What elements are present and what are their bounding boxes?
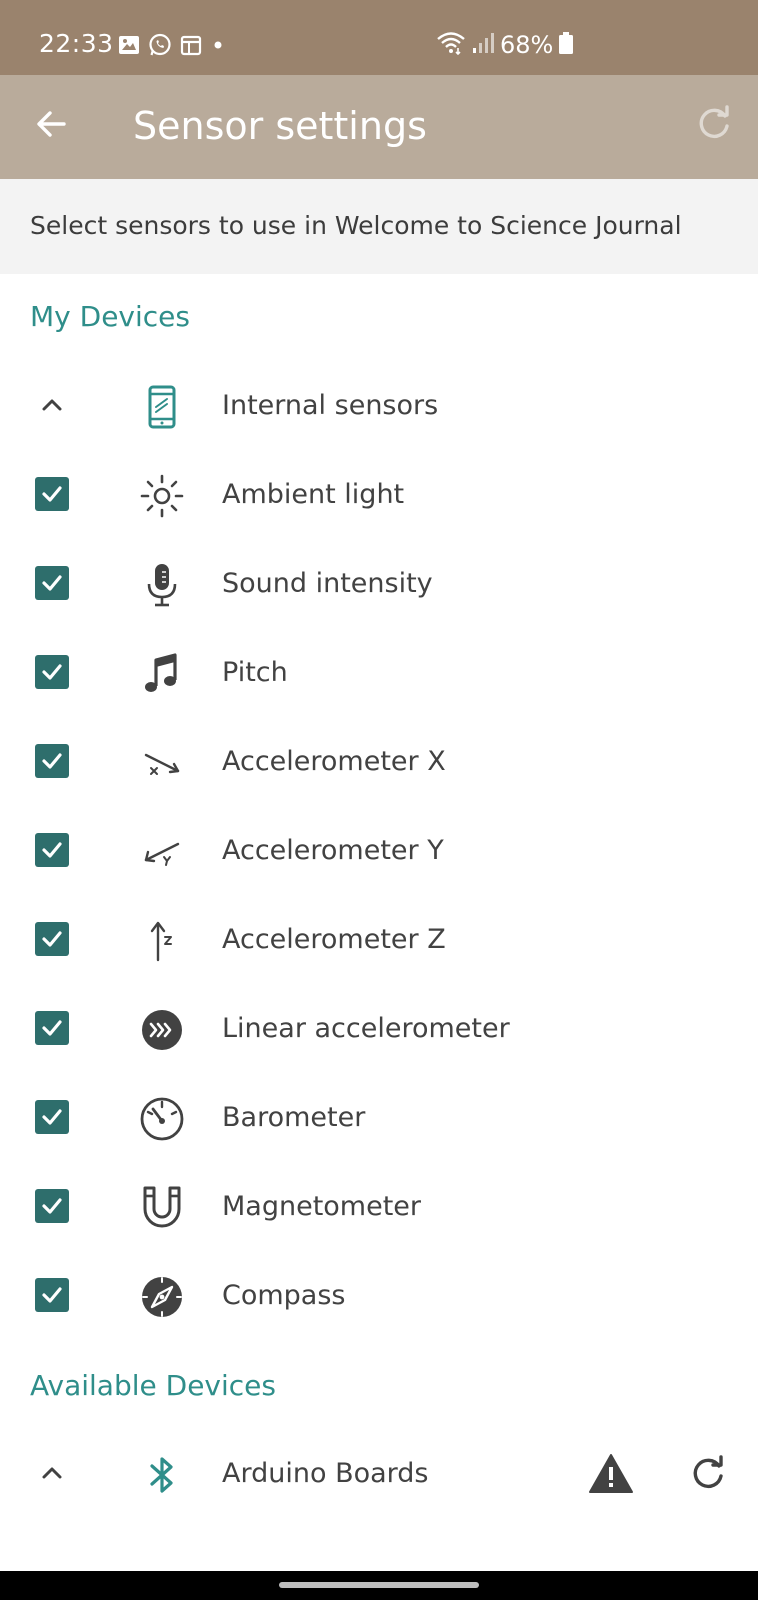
sensor-checkbox[interactable] <box>35 1278 69 1312</box>
sensor-label: Accelerometer X <box>222 746 446 777</box>
chevron-up-icon <box>42 399 62 411</box>
warning-button[interactable] <box>588 1451 634 1497</box>
check-icon <box>42 842 62 858</box>
collapse-button[interactable] <box>32 385 72 425</box>
sensor-checkbox[interactable] <box>35 477 69 511</box>
arrow-back-icon <box>37 111 66 137</box>
check-icon <box>42 753 62 769</box>
sensor-checkbox[interactable] <box>35 1011 69 1045</box>
sensor-checkbox[interactable] <box>35 833 69 867</box>
sensor-row-linear-accelerometer[interactable]: Linear accelerometer <box>0 986 758 1075</box>
dot-icon <box>210 37 226 57</box>
refresh-icon <box>693 1455 723 1489</box>
collapse-button[interactable] <box>32 1453 72 1493</box>
accel-x-icon <box>138 739 186 787</box>
sensor-row-accelerometer-y[interactable]: Accelerometer Y <box>0 808 758 897</box>
status-bar: 22:33 68% <box>0 0 758 75</box>
check-icon <box>42 1198 62 1214</box>
status-time: 22:33 <box>39 29 114 58</box>
sensor-label: Pitch <box>222 657 288 688</box>
magnet-icon <box>138 1184 186 1232</box>
page-title: Sensor settings <box>133 104 427 148</box>
sensor-row-compass[interactable]: Compass <box>0 1253 758 1342</box>
sensor-row-sound-intensity[interactable]: Sound intensity <box>0 541 758 630</box>
check-icon <box>42 575 62 591</box>
check-icon <box>42 1287 62 1303</box>
subtitle-bar: Select sensors to use in Welcome to Scie… <box>0 179 758 274</box>
battery-icon <box>559 32 574 58</box>
home-gesture-handle[interactable] <box>279 1582 479 1588</box>
refresh-button[interactable] <box>692 102 736 146</box>
whatsapp-icon <box>148 33 172 61</box>
sensor-label: Sound intensity <box>222 568 433 599</box>
sensor-checkbox[interactable] <box>35 1189 69 1223</box>
section-header-available-devices: Available Devices <box>30 1369 276 1402</box>
sensor-checkbox[interactable] <box>35 1100 69 1134</box>
microphone-icon <box>138 561 186 609</box>
check-icon <box>42 486 62 502</box>
sensor-label: Accelerometer Y <box>222 835 444 866</box>
sensor-label: Barometer <box>222 1102 366 1133</box>
sun-icon <box>138 472 186 520</box>
phone-icon <box>138 383 186 431</box>
system-nav-bar <box>0 1571 758 1600</box>
group-label: Internal sensors <box>222 390 439 421</box>
system-status: 68% <box>436 31 574 59</box>
sensor-row-ambient-light[interactable]: Ambient light <box>0 452 758 541</box>
bluetooth-icon <box>138 1451 186 1499</box>
chevron-up-icon <box>42 1467 62 1479</box>
accel-y-icon <box>138 828 186 876</box>
notification-icons <box>118 33 226 61</box>
sensor-label: Magnetometer <box>222 1191 422 1222</box>
group-label: Arduino Boards <box>222 1458 429 1489</box>
back-button[interactable] <box>30 102 74 146</box>
sensor-checkbox[interactable] <box>35 566 69 600</box>
sensor-row-pitch[interactable]: Pitch <box>0 630 758 719</box>
app-bar: Sensor settings <box>0 75 758 179</box>
sensor-row-magnetometer[interactable]: Magnetometer <box>0 1164 758 1253</box>
refresh-icon <box>699 105 729 139</box>
check-icon <box>42 931 62 947</box>
sensor-checkbox[interactable] <box>35 655 69 689</box>
section-header-my-devices: My Devices <box>30 300 190 333</box>
linear-accel-icon <box>138 1006 186 1054</box>
check-icon <box>42 1109 62 1125</box>
group-row-internal-sensors[interactable]: Internal sensors <box>0 363 758 452</box>
refresh-arduino-button[interactable] <box>686 1452 730 1496</box>
sensor-label: Linear accelerometer <box>222 1013 510 1044</box>
sensor-checkbox[interactable] <box>35 922 69 956</box>
signal-icon <box>472 32 494 58</box>
group-row-arduino-boards[interactable]: Arduino Boards <box>0 1431 758 1520</box>
wifi-icon <box>436 31 466 59</box>
warning-icon <box>589 1454 633 1493</box>
accel-z-icon <box>138 917 186 965</box>
sensor-row-accelerometer-z[interactable]: Accelerometer Z <box>0 897 758 986</box>
check-icon <box>42 664 62 680</box>
sensor-checkbox[interactable] <box>35 744 69 778</box>
sensor-label: Compass <box>222 1280 346 1311</box>
music-note-icon <box>138 650 186 698</box>
sensor-row-accelerometer-x[interactable]: Accelerometer X <box>0 719 758 808</box>
subtitle-text: Select sensors to use in Welcome to Scie… <box>30 211 682 240</box>
check-icon <box>42 1020 62 1036</box>
sensor-label: Accelerometer Z <box>222 924 446 955</box>
barometer-icon <box>138 1095 186 1143</box>
battery-percent: 68% <box>500 31 554 59</box>
sensor-label: Ambient light <box>222 479 405 510</box>
calendar-icon <box>180 34 202 60</box>
image-icon <box>118 34 140 60</box>
compass-icon <box>138 1273 186 1321</box>
sensor-row-barometer[interactable]: Barometer <box>0 1075 758 1164</box>
